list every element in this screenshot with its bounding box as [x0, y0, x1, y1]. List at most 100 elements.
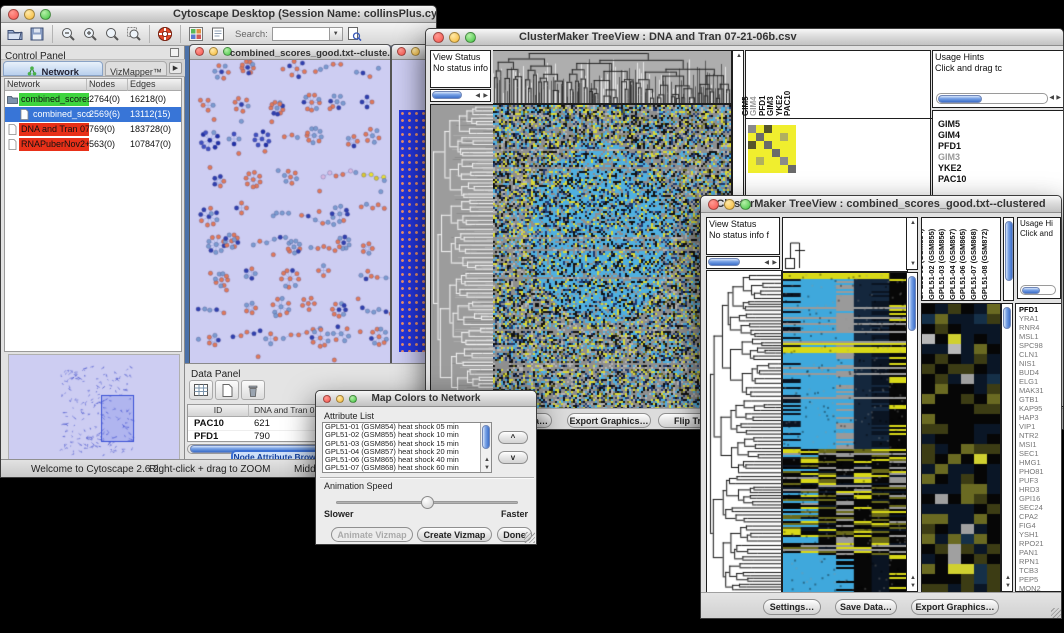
gene-label[interactable]: MSI1 [1019, 440, 1062, 449]
gene-dendrogram[interactable] [430, 104, 494, 409]
animation-speed-slider[interactable] [336, 501, 518, 504]
gene-label[interactable]: GIM5 [938, 119, 1063, 130]
close-button[interactable] [397, 47, 406, 56]
save-data-button[interactable]: Save Data… [835, 599, 897, 615]
dialog-titlebar[interactable]: Map Colors to Network [316, 391, 536, 407]
delete-attribute-icon[interactable] [241, 380, 265, 400]
gene-label[interactable]: YKE2 [938, 163, 1063, 174]
gene-label[interactable]: MON2 [1019, 584, 1062, 592]
close-button[interactable] [323, 395, 331, 403]
slider-thumb[interactable] [421, 496, 434, 509]
network-window-front[interactable]: combined_scores_good.txt--cluste... [189, 44, 391, 369]
gene-label[interactable]: RNR4 [1019, 323, 1062, 332]
network-name[interactable]: RNAPuberNov2+ [19, 138, 89, 151]
matrix-cell[interactable] [748, 141, 756, 149]
birdseye-view[interactable] [8, 354, 180, 460]
gene-label[interactable]: SEC1 [1019, 449, 1062, 458]
new-attribute-icon[interactable] [215, 380, 239, 400]
matrix-cell[interactable] [772, 157, 780, 165]
matrix-cell[interactable] [788, 165, 796, 173]
matrix-cell[interactable] [780, 125, 788, 133]
matrix-cell[interactable] [764, 157, 772, 165]
tab-overflow-button[interactable]: ▶ [169, 62, 182, 74]
gene-label[interactable]: TCB3 [1019, 566, 1062, 575]
main-titlebar[interactable]: Cytoscape Desktop (Session Name: collins… [1, 6, 436, 23]
export-graphics-button[interactable]: Export Graphics… [911, 599, 999, 615]
tab-network[interactable]: Network [3, 61, 103, 76]
zoom-button[interactable] [349, 395, 357, 403]
gene-label[interactable]: PFD1 [938, 141, 1063, 152]
gene-label[interactable]: NTR2 [1019, 431, 1062, 440]
gene-label[interactable]: MSL1 [1019, 332, 1062, 341]
matrix-cell[interactable] [756, 141, 764, 149]
gene-label[interactable]: MAK31 [1019, 386, 1062, 395]
tab-vizmapper[interactable]: VizMapper™ [105, 61, 167, 76]
view-status-hscrollbar[interactable]: ◀ ▶ [430, 89, 491, 102]
global-heatmap[interactable] [493, 104, 732, 409]
minimize-button[interactable] [24, 9, 35, 20]
gene-label[interactable]: HMG1 [1019, 458, 1062, 467]
minimize-button[interactable] [209, 47, 218, 56]
gene-label[interactable]: CLN1 [1019, 350, 1062, 359]
zoom-vscrollbar[interactable]: ▲ ▼ [1001, 303, 1013, 592]
network-tree-row[interactable]: RNAPuberNov2+563(0)107847(0) [5, 137, 181, 152]
network-tree-row[interactable]: DNA and Tran 07769(0)183728(0) [5, 122, 181, 137]
network-name[interactable]: DNA and Tran 07 [19, 123, 89, 136]
matrix-cell[interactable] [756, 149, 764, 157]
move-up-button[interactable]: ^ [498, 431, 528, 444]
column-labels-vscrollbar[interactable] [1003, 217, 1014, 301]
network-name[interactable]: combined_sco [31, 108, 93, 121]
matrix-cell[interactable] [748, 133, 756, 141]
treeview2-titlebar[interactable]: ClusterMaker TreeView : combined_scores_… [701, 196, 1061, 213]
animate-vizmap-button[interactable]: Animate Vizmap [331, 527, 413, 542]
gene-label[interactable]: YRA1 [1019, 314, 1062, 323]
matrix-cell[interactable] [780, 149, 788, 157]
matrix-cell[interactable] [788, 157, 796, 165]
zoom-button[interactable] [465, 32, 476, 43]
matrix-cell[interactable] [764, 149, 772, 157]
usage-hints-hscrollbar[interactable] [936, 93, 1048, 104]
minimize-button[interactable] [336, 395, 344, 403]
gene-label[interactable]: PUF3 [1019, 476, 1062, 485]
array-scroll-strip[interactable]: ▲ ▼ [906, 217, 918, 270]
minimize-button[interactable] [449, 32, 460, 43]
matrix-cell[interactable] [756, 125, 764, 133]
matrix-cell[interactable] [748, 157, 756, 165]
array-dendrogram[interactable] [782, 217, 908, 272]
matrix-cell[interactable] [780, 165, 788, 173]
network-view-canvas[interactable] [190, 60, 390, 368]
network-name[interactable]: combined_scores [19, 93, 89, 106]
gene-label[interactable]: KAP95 [1019, 404, 1062, 413]
gene-label[interactable]: SEC24 [1019, 503, 1062, 512]
matrix-cell[interactable] [756, 157, 764, 165]
gene-label[interactable]: GTB1 [1019, 395, 1062, 404]
zoom-in-icon[interactable] [79, 24, 101, 45]
matrix-cell[interactable] [748, 165, 756, 173]
matrix-cell[interactable] [780, 133, 788, 141]
matrix-cell[interactable] [780, 157, 788, 165]
select-attributes-icon[interactable] [189, 380, 213, 400]
column-header-edges[interactable]: Edges [130, 79, 156, 89]
open-icon[interactable] [4, 24, 26, 45]
gene-label[interactable]: RPN1 [1019, 557, 1062, 566]
annotation-icon[interactable] [207, 24, 229, 45]
heatmap-vscrollbar[interactable]: ▲ ▼ [906, 272, 918, 592]
usage-hints-hscrollbar[interactable] [1020, 285, 1056, 295]
zoom-out-icon[interactable] [57, 24, 79, 45]
column-header-network[interactable]: Network [7, 79, 40, 89]
gene-label[interactable]: CPA2 [1019, 512, 1062, 521]
matrix-cell[interactable] [748, 125, 756, 133]
matrix-cell[interactable] [772, 141, 780, 149]
zoom-button[interactable] [740, 199, 751, 210]
close-button[interactable] [708, 199, 719, 210]
attribute-list[interactable]: GPL51-01 (GSM854) heat shock 05 minGPL51… [322, 422, 492, 473]
help-icon[interactable] [154, 24, 176, 45]
gene-label[interactable]: RPO21 [1019, 539, 1062, 548]
gene-label[interactable]: PAN1 [1019, 548, 1062, 557]
attribute-list-vscrollbar[interactable]: ▲ ▼ [480, 423, 491, 472]
matrix-cell[interactable] [788, 125, 796, 133]
matrix-cell[interactable] [764, 125, 772, 133]
matrix-cell[interactable] [772, 133, 780, 141]
matrix-cell[interactable] [756, 165, 764, 173]
close-button[interactable] [8, 9, 19, 20]
